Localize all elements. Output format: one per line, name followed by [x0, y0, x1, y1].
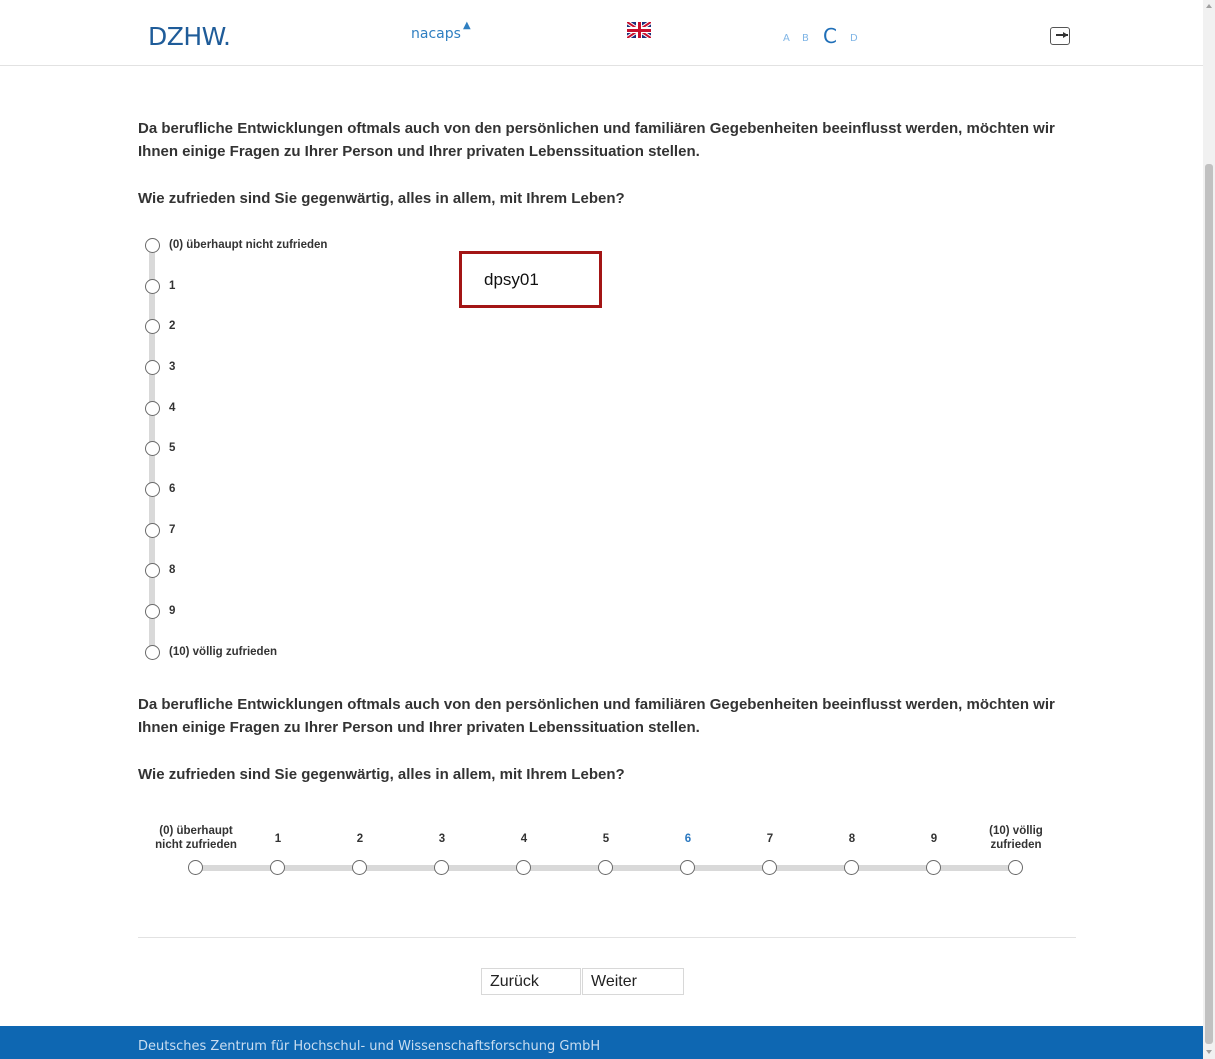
scale-option-7[interactable]: 7 — [145, 523, 445, 539]
back-button[interactable]: Zurück — [481, 968, 581, 995]
hscale-option-6[interactable]: 6 — [643, 824, 733, 884]
divider — [138, 937, 1076, 938]
radio-button[interactable] — [145, 319, 160, 334]
dzhw-logo: DZHW. — [148, 22, 231, 51]
hscale-option-4[interactable]: 4 — [479, 824, 569, 884]
hscale-option-label: (0) überhaupt nicht zufrieden — [155, 825, 237, 851]
scale-option-label: 4 — [169, 402, 176, 414]
radio-button[interactable] — [145, 279, 160, 294]
radio-button[interactable] — [145, 645, 160, 660]
hscale-option-label: 4 — [520, 833, 528, 845]
scale-option-label: 1 — [169, 280, 176, 292]
footer: Deutsches Zentrum für Hochschul- und Wis… — [0, 1026, 1203, 1059]
scale-option-label: (0) überhaupt nicht zufrieden — [169, 239, 328, 251]
scale-option-label: (10) völlig zufrieden — [169, 646, 277, 658]
scale-option-label: 5 — [169, 442, 176, 454]
variable-name-box: dpsy01 — [459, 251, 602, 308]
scroll-down-icon[interactable] — [1206, 1050, 1212, 1054]
hscale-option-label: 8 — [848, 833, 856, 845]
radio-button[interactable] — [352, 860, 367, 875]
hscale-option-label: 9 — [930, 833, 938, 845]
scale-option-1[interactable]: 1 — [145, 279, 445, 295]
next-button[interactable]: Weiter — [582, 968, 684, 995]
scale-option-9[interactable]: 9 — [145, 604, 445, 620]
font-size-a[interactable]: A — [783, 33, 790, 44]
hscale-option-1[interactable]: 1 — [233, 824, 323, 884]
hscale-option-label: 2 — [356, 833, 364, 845]
header: DZHW. nacaps ▲ A B C D — [0, 0, 1203, 66]
hscale-option-label: (10) völlig zufrieden — [989, 825, 1043, 851]
scale-option-6[interactable]: 6 — [145, 482, 445, 498]
footer-text: Deutsches Zentrum für Hochschul- und Wis… — [138, 1039, 601, 1054]
hscale-option-5[interactable]: 5 — [561, 824, 651, 884]
font-size-b[interactable]: B — [802, 33, 809, 44]
radio-button[interactable] — [145, 360, 160, 375]
radio-button[interactable] — [145, 523, 160, 538]
scale-option-label: 9 — [169, 605, 176, 617]
radio-button[interactable] — [145, 604, 160, 619]
radio-button[interactable] — [145, 238, 160, 253]
scroll-up-icon[interactable] — [1206, 4, 1212, 8]
logout-icon[interactable] — [1050, 27, 1070, 45]
hscale-option-2[interactable]: 2 — [315, 824, 405, 884]
question-text: Wie zufrieden sind Sie gegenwärtig, alle… — [138, 190, 625, 207]
question-text: Wie zufrieden sind Sie gegenwärtig, alle… — [138, 766, 625, 783]
radio-button[interactable] — [844, 860, 859, 875]
scale-option-4[interactable]: 4 — [145, 401, 445, 417]
radio-button[interactable] — [680, 860, 695, 875]
hscale-option-label: 3 — [438, 833, 446, 845]
scale-option-label: 3 — [169, 361, 176, 373]
radio-button[interactable] — [145, 401, 160, 416]
scale-option-label: 6 — [169, 483, 176, 495]
scale-option-0[interactable]: (0) überhaupt nicht zufrieden — [145, 238, 445, 254]
scale-option-8[interactable]: 8 — [145, 563, 445, 579]
graduation-cap-icon: ▲ — [463, 20, 471, 31]
question-intro: Da berufliche Entwicklungen oftmals auch… — [138, 120, 1055, 160]
radio-button[interactable] — [926, 860, 941, 875]
radio-button[interactable] — [516, 860, 531, 875]
scrollbar-thumb[interactable] — [1205, 164, 1213, 1044]
nacaps-logo: nacaps ▲ — [411, 20, 471, 42]
hscale-option-label: 5 — [602, 833, 610, 845]
hscale-option-label: 1 — [274, 833, 282, 845]
hscale-option-8[interactable]: 8 — [807, 824, 897, 884]
scrollbar[interactable] — [1203, 0, 1215, 1059]
scale-option-10[interactable]: (10) völlig zufrieden — [145, 645, 445, 661]
scale-option-2[interactable]: 2 — [145, 319, 445, 335]
font-size-d[interactable]: D — [850, 33, 858, 44]
radio-button[interactable] — [598, 860, 613, 875]
scale-option-3[interactable]: 3 — [145, 360, 445, 376]
scale-option-label: 7 — [169, 524, 176, 536]
radio-button[interactable] — [434, 860, 449, 875]
hscale-option-label: 7 — [766, 833, 774, 845]
nacaps-logo-text: nacaps — [411, 26, 461, 42]
hscale-option-9[interactable]: 9 — [889, 824, 979, 884]
radio-button[interactable] — [145, 441, 160, 456]
hscale-option-7[interactable]: 7 — [725, 824, 815, 884]
scale-option-5[interactable]: 5 — [145, 441, 445, 457]
hscale-option-0[interactable]: (0) überhaupt nicht zufrieden — [151, 824, 241, 884]
radio-button[interactable] — [188, 860, 203, 875]
variable-name: dpsy01 — [484, 270, 539, 289]
radio-button[interactable] — [1008, 860, 1023, 875]
english-flag-icon[interactable] — [627, 22, 651, 38]
hscale-option-label: 6 — [684, 833, 692, 845]
radio-button[interactable] — [270, 860, 285, 875]
radio-button[interactable] — [145, 482, 160, 497]
font-size-c[interactable]: C — [823, 24, 837, 48]
radio-button[interactable] — [762, 860, 777, 875]
hscale-option-10[interactable]: (10) völlig zufrieden — [971, 824, 1061, 884]
scale-option-label: 8 — [169, 564, 176, 576]
question-intro: Da berufliche Entwicklungen oftmals auch… — [138, 696, 1055, 736]
scale-option-label: 2 — [169, 320, 176, 332]
radio-button[interactable] — [145, 563, 160, 578]
hscale-option-3[interactable]: 3 — [397, 824, 487, 884]
